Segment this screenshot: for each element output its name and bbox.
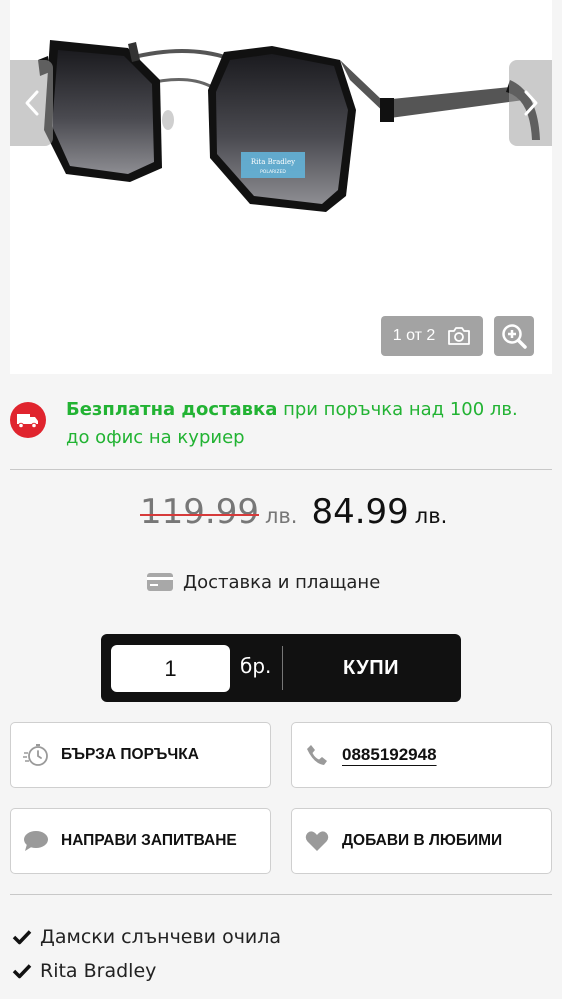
quantity-unit: бр.	[240, 654, 272, 678]
gallery-next-button[interactable]	[509, 60, 552, 146]
buy-button[interactable]: КУПИ	[291, 634, 451, 702]
buy-bar: бр. КУПИ	[101, 634, 461, 702]
phone-number[interactable]: 0885192948	[342, 745, 437, 765]
check-icon	[12, 963, 40, 979]
gallery-prev-button[interactable]	[10, 60, 53, 146]
delivery-and-payment-link[interactable]: Доставка и плащане	[147, 568, 380, 596]
chat-bubble-icon	[11, 830, 61, 852]
feature-text: Дамски слънчеви очила	[40, 926, 282, 948]
product-image-gallery: Rita Bradley POLARIZED 1 от 2	[10, 0, 552, 374]
zoom-button[interactable]	[494, 316, 534, 356]
feature-list: Дамски слънчеви очила Rita Bradley	[12, 920, 281, 988]
old-price: 119.99	[140, 492, 259, 532]
chevron-left-icon	[25, 90, 38, 116]
buy-separator	[282, 646, 283, 690]
quick-order-button[interactable]: БЪРЗА ПОРЪЧКА	[10, 722, 271, 788]
phone-icon	[292, 744, 342, 766]
image-counter[interactable]: 1 от 2	[381, 316, 483, 356]
stopwatch-icon	[11, 743, 61, 767]
free-delivery-text: Безплатна доставка при поръчка над 100 л…	[66, 399, 518, 448]
old-price-currency: лв.	[264, 504, 298, 528]
chevron-right-icon	[524, 90, 537, 116]
image-counter-text: 1 от 2	[392, 327, 436, 344]
list-item: Rita Bradley	[12, 954, 281, 988]
ask-question-button[interactable]: НАПРАВИ ЗАПИТВАНЕ	[10, 808, 271, 874]
feature-text[interactable]: Rita Bradley	[40, 960, 156, 982]
delivery-and-payment-label: Доставка и плащане	[183, 571, 381, 593]
truck-icon	[10, 402, 46, 438]
divider	[10, 894, 552, 895]
ask-question-label: НАПРАВИ ЗАПИТВАНЕ	[61, 832, 237, 849]
current-price: 84.99	[311, 492, 409, 532]
quantity-input[interactable]	[111, 645, 230, 692]
credit-card-icon	[147, 573, 173, 591]
svg-text:Rita Bradley: Rita Bradley	[251, 158, 295, 166]
heart-icon	[292, 830, 342, 852]
list-item: Дамски слънчеви очила	[12, 920, 281, 954]
camera-icon	[448, 327, 471, 345]
current-price-currency: лв.	[414, 504, 448, 528]
svg-text:POLARIZED: POLARIZED	[260, 169, 286, 175]
phone-button[interactable]: 0885192948	[291, 722, 552, 788]
add-to-favorites-button[interactable]: ДОБАВИ В ЛЮБИМИ	[291, 808, 552, 874]
check-icon	[12, 929, 40, 945]
zoom-in-icon	[502, 324, 527, 349]
add-to-favorites-label: ДОБАВИ В ЛЮБИМИ	[342, 832, 503, 849]
divider	[10, 469, 552, 470]
price: 119.99 лв. 84.99 лв.	[140, 492, 447, 536]
quick-order-label: БЪРЗА ПОРЪЧКА	[61, 746, 199, 763]
